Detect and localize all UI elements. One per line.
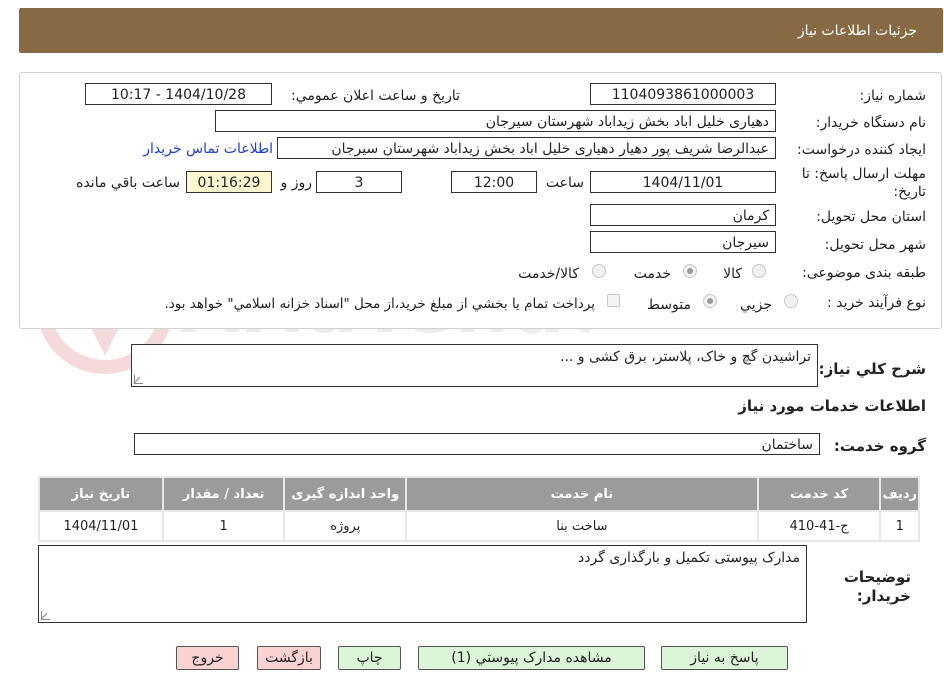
exit-button[interactable]: خروج bbox=[176, 646, 239, 670]
deadline-days-field: 3 bbox=[316, 171, 402, 193]
service-group-field: ساختمان bbox=[134, 433, 820, 455]
city-label: شهر محل تحويل: bbox=[824, 237, 926, 253]
buyer-notes-label-line2: خريدار: bbox=[856, 587, 911, 605]
province-field: کرمان bbox=[590, 204, 776, 226]
purchase-minor-label: جزيي bbox=[740, 297, 772, 313]
description-label: شرح کلي نياز: bbox=[818, 360, 926, 378]
category-goods-service-radio[interactable] bbox=[592, 264, 606, 278]
treasury-bonds-checkbox[interactable] bbox=[607, 294, 620, 307]
cell-service-code: ج-41-410 bbox=[758, 512, 880, 540]
service-group-label: گروه خدمت: bbox=[833, 437, 926, 455]
requester-label: ايجاد کننده درخواست: bbox=[797, 142, 926, 158]
cell-quantity: 1 bbox=[163, 512, 284, 540]
print-button[interactable]: چاپ bbox=[338, 646, 401, 670]
buyer-notes-textarea: مدارک پیوستی تکمیل و بارگذاری گردد bbox=[38, 545, 807, 623]
col-need-date: تاريخ نياز bbox=[40, 478, 162, 510]
deadline-label-line2: تاريخ: bbox=[893, 184, 926, 200]
remaining-time-field: 01:16:29 bbox=[186, 171, 272, 193]
buyer-notes-label-line1: توضيحات bbox=[843, 568, 911, 586]
deadline-label-line1: مهلت ارسال پاسخ: تا bbox=[801, 166, 926, 182]
resize-grip-icon[interactable] bbox=[134, 375, 143, 384]
cell-need-date: 1404/11/01 bbox=[40, 512, 162, 540]
col-row: رديف bbox=[881, 478, 918, 510]
deadline-time-label: ساعت bbox=[545, 175, 584, 191]
remaining-time-label: ساعت باقي مانده bbox=[76, 175, 180, 191]
province-label: استان محل تحويل: bbox=[816, 209, 926, 225]
page-header: جزئيات اطلاعات نياز bbox=[19, 8, 943, 53]
need-number-field: 1104093861000003 bbox=[590, 83, 776, 105]
description-text: تراشیدن گچ و خاک، پلاستر، برق کشی و ... bbox=[560, 349, 811, 365]
col-quantity: تعداد / مقدار bbox=[163, 478, 284, 510]
page-title: جزئيات اطلاعات نياز bbox=[797, 23, 917, 39]
description-textarea: تراشیدن گچ و خاک، پلاستر، برق کشی و ... bbox=[131, 344, 818, 387]
purchase-medium-label: متوسط bbox=[647, 297, 691, 313]
announce-datetime-label: تاريخ و ساعت اعلان عمومي: bbox=[291, 88, 460, 104]
col-service-code: کد خدمت bbox=[758, 478, 880, 510]
city-field: سیرجان bbox=[590, 231, 776, 253]
buyer-notes-text: مدارک پیوستی تکمیل و بارگذاری گردد bbox=[578, 550, 800, 566]
resize-grip-icon[interactable] bbox=[41, 611, 50, 620]
services-section-title: اطلاعات خدمات مورد نياز bbox=[738, 397, 926, 415]
need-number-label: شماره نياز: bbox=[859, 88, 927, 104]
buyer-org-label: نام دستگاه خريدار: bbox=[815, 115, 926, 131]
col-unit: واحد اندازه گيری bbox=[285, 478, 406, 510]
services-table: رديف کد خدمت نام خدمت واحد اندازه گيری ت… bbox=[38, 476, 920, 542]
requester-field: عبدالرضا شریف پور دهیار دهیاری خلیل اباد… bbox=[277, 137, 776, 159]
category-goods-service-label: کالا/خدمت bbox=[518, 266, 579, 282]
deadline-days-label: روز و bbox=[280, 175, 313, 191]
cell-row: 1 bbox=[881, 512, 918, 540]
category-goods-label: کالا bbox=[723, 266, 742, 282]
purchase-type-label: نوع فرآيند خريد : bbox=[827, 295, 926, 311]
purchase-medium-radio[interactable] bbox=[703, 294, 717, 308]
announce-datetime-field: 1404/10/28 - 10:17 bbox=[85, 83, 272, 105]
back-button[interactable]: بازگشت bbox=[257, 646, 321, 670]
col-service-name: نام خدمت bbox=[407, 478, 757, 510]
purchase-minor-radio[interactable] bbox=[784, 294, 798, 308]
treasury-bonds-note: پرداخت تمام يا بخشي از مبلغ خريد،از محل … bbox=[164, 296, 595, 312]
buyer-org-field: دهیاری خلیل اباد بخش زیداباد شهرستان سیر… bbox=[215, 110, 776, 132]
category-service-label: خدمت bbox=[633, 266, 671, 282]
deadline-time-field: 12:00 bbox=[451, 171, 537, 193]
category-goods-radio[interactable] bbox=[752, 264, 766, 278]
table-row: 1 ج-41-410 ساخت بنا پروژه 1 1404/11/01 bbox=[40, 512, 918, 540]
cell-service-name: ساخت بنا bbox=[407, 512, 757, 540]
buyer-contact-link[interactable]: اطلاعات تماس خريدار bbox=[143, 141, 273, 157]
cell-unit: پروژه bbox=[285, 512, 406, 540]
view-attachments-button[interactable]: مشاهده مدارک پيوستي (1) bbox=[418, 646, 645, 670]
category-service-radio[interactable] bbox=[683, 264, 697, 278]
deadline-date-field: 1404/11/01 bbox=[590, 171, 776, 193]
reply-button[interactable]: پاسخ به نياز bbox=[661, 646, 788, 670]
services-table-header: رديف کد خدمت نام خدمت واحد اندازه گيری ت… bbox=[40, 478, 918, 510]
category-label: طبقه بندی موضوعی: bbox=[802, 265, 926, 281]
